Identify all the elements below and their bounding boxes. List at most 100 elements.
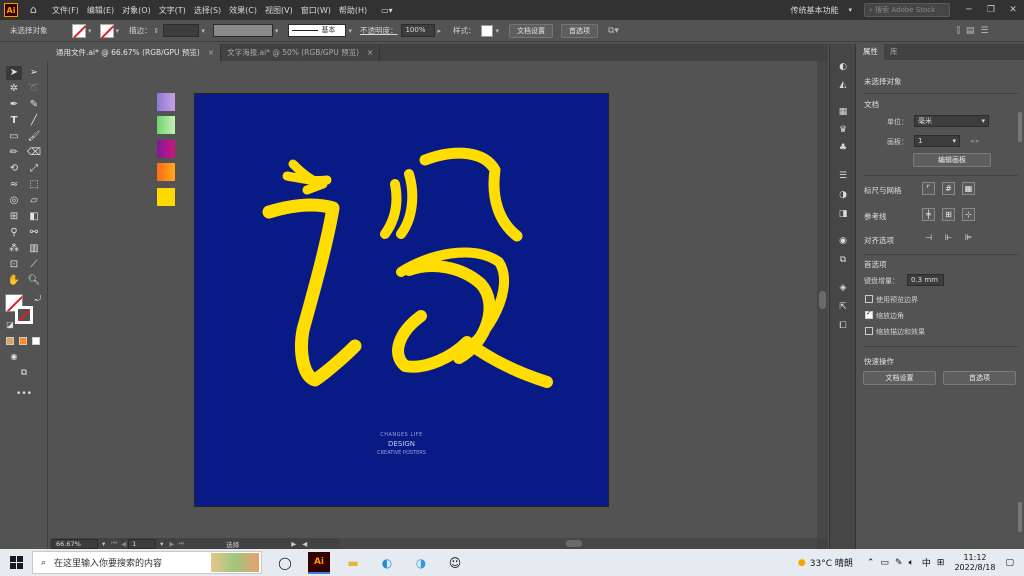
style-dropdown-icon[interactable]: ▾ [495, 27, 499, 35]
stroke-dropdown-icon[interactable]: ▾ [116, 27, 120, 35]
panel-scrollbar-lower[interactable] [1018, 502, 1022, 532]
more-tools-icon[interactable]: ••• [16, 387, 32, 401]
artboard[interactable]: CHANGES LIFE DESIGN CREATIVE POSTERS [194, 93, 609, 507]
menu-edit[interactable]: 编辑(E) [87, 5, 114, 16]
line-tool-icon[interactable]: ╱ [26, 114, 42, 128]
artboard-select[interactable]: 1 ▾ [914, 135, 960, 147]
panel-menu-icon[interactable]: ☰ [980, 26, 988, 36]
tab-libraries[interactable]: 库 [884, 44, 904, 60]
status-menu-icon[interactable]: ▶ [291, 540, 296, 548]
panel-scrollbar[interactable] [1018, 112, 1022, 142]
transform-icon[interactable]: ▤ [966, 26, 975, 36]
scale-strokes-checkbox[interactable] [865, 327, 873, 335]
minimize-icon[interactable]: ─ [958, 5, 980, 15]
ime-indicator[interactable]: 中 [922, 556, 931, 569]
stroke-weight-field[interactable] [163, 24, 200, 37]
shape-builder-tool-icon[interactable]: ◎ [6, 194, 22, 208]
snap-to-glyph-icon[interactable]: ⊫ [962, 232, 975, 245]
selection-tool-icon[interactable]: ➤ [6, 66, 22, 80]
use-preview-bounds-checkbox[interactable] [865, 295, 873, 303]
variable-width-field[interactable] [212, 24, 273, 37]
units-select[interactable]: 毫米 ▾ [914, 115, 989, 127]
rotate-tool-icon[interactable]: ⟲ [6, 162, 22, 176]
warp-tool-icon[interactable]: ≈ [6, 178, 22, 192]
horizontal-scroll-thumb[interactable] [566, 540, 582, 547]
rectangle-tool-icon[interactable]: ▭ [6, 130, 22, 144]
home-icon[interactable]: ⌂ [30, 3, 44, 17]
tab-document-2[interactable]: 文字海报.ai* @ 50% (RGB/GPU 预览) × [221, 44, 381, 61]
fill-swatch[interactable] [72, 23, 86, 38]
brush-dropdown-icon[interactable]: ▾ [348, 27, 352, 35]
artboards-panel-icon[interactable]: ⧠ [836, 320, 850, 332]
paintbrush-tool-icon[interactable]: 🖌 [26, 130, 42, 144]
quick-preferences-button[interactable]: 首选项 [943, 371, 1016, 385]
gradient-swatch-magenta[interactable] [157, 140, 175, 158]
graphic-styles-icon[interactable]: ⧉ [836, 254, 850, 266]
opacity-label[interactable]: 不透明度： [360, 25, 398, 36]
color-guide-icon[interactable]: ◭ [836, 79, 850, 91]
pen-icon[interactable]: ✎ [895, 558, 903, 568]
graphic-style-swatch[interactable] [481, 24, 494, 37]
menu-select[interactable]: 选择(S) [194, 5, 221, 16]
export-panel-icon[interactable]: ⇱ [836, 301, 850, 313]
artboard-tool-icon[interactable]: ⊡ [6, 258, 22, 272]
gradient-panel-icon[interactable]: ◨ [836, 208, 850, 220]
tab-properties[interactable]: 属性 [857, 44, 884, 60]
notification-icon[interactable]: ▢ [1005, 558, 1014, 568]
graph-tool-icon[interactable]: ▥ [26, 242, 42, 256]
arrange-documents-icon[interactable]: ⧉▾ [608, 26, 619, 36]
curvature-tool-icon[interactable]: ✎ [26, 98, 42, 112]
eyedropper-tool-icon[interactable]: ⚲ [6, 226, 22, 240]
volume-icon[interactable]: 🔈︎ [908, 558, 913, 568]
default-colors-icon[interactable]: ◪ [2, 318, 18, 332]
close-icon[interactable]: × [367, 48, 373, 57]
taskbar-search-input[interactable]: ⌕ 在这里输入你要搜索的内容 [32, 551, 262, 574]
show-hidden-icons-icon[interactable]: ⌃ [867, 558, 875, 568]
pencil-tool-icon[interactable]: ✏ [6, 146, 22, 160]
variable-width-dropdown-icon[interactable]: ▾ [275, 27, 279, 35]
stroke-stepper-icon[interactable]: ⇕ [154, 27, 160, 35]
stroke-weight-dropdown-icon[interactable]: ▾ [201, 27, 205, 35]
brush-stroke-field[interactable]: 基本 [288, 24, 347, 37]
transparency-panel-icon[interactable]: ◑ [836, 189, 850, 201]
workspace-switcher[interactable]: 传统基本功能 [790, 5, 838, 16]
swap-colors-icon[interactable]: ⤾ [30, 292, 46, 306]
opacity-field[interactable]: 100% [401, 24, 436, 37]
symbols-panel-icon[interactable]: ♣ [836, 142, 850, 154]
tab-document-1[interactable]: 通用文件.ai* @ 66.67% (RGB/GPU 预览) × [50, 44, 222, 61]
vertical-scroll-thumb[interactable] [819, 291, 826, 309]
next-artboard-icon[interactable]: ▶ [169, 540, 174, 548]
lasso-tool-icon[interactable]: ➰ [26, 82, 42, 96]
snap-to-point-icon[interactable]: ⊣ [922, 232, 935, 245]
menu-help[interactable]: 帮助(H) [339, 5, 367, 16]
appearance-panel-icon[interactable]: ◉ [836, 235, 850, 247]
symbol-sprayer-tool-icon[interactable]: ⁂ [6, 242, 22, 256]
prev-artboard-icon[interactable]: ◀ [121, 540, 126, 548]
artboard-number-field[interactable]: 1 [128, 538, 157, 549]
first-artboard-icon[interactable]: ⏮ [111, 539, 117, 548]
menu-type[interactable]: 文字(T) [159, 5, 186, 16]
quick-document-setup-button[interactable]: 文档设置 [863, 371, 936, 385]
pen-tool-icon[interactable]: ✒ [6, 98, 22, 112]
swatches-panel-icon[interactable]: ▦ [836, 106, 850, 118]
free-transform-tool-icon[interactable]: ⬚ [26, 178, 42, 192]
smart-guides-icon[interactable]: ⊹ [962, 208, 975, 221]
type-tool-icon[interactable]: T [6, 114, 22, 128]
restore-icon[interactable]: ❐ [980, 5, 1002, 15]
magic-wand-tool-icon[interactable]: ✲ [6, 82, 22, 96]
browser-icon[interactable]: ◑ [410, 552, 432, 574]
app-avatar-icon[interactable]: ☺ [444, 552, 466, 574]
document-setup-button[interactable]: 文档设置 [508, 23, 553, 38]
task-view-icon[interactable]: ◯ [274, 552, 296, 574]
layout-icon[interactable]: ▭▾ [381, 6, 393, 15]
show-guides-icon[interactable]: ╪ [922, 208, 935, 221]
zoom-tool-icon[interactable]: 🔍︎ [26, 274, 42, 288]
align-icon[interactable]: ⫿ [957, 26, 960, 36]
layers-panel-icon[interactable]: ◈ [836, 282, 850, 294]
snap-to-pixel-icon[interactable]: ⊩ [942, 232, 955, 245]
illustrator-taskbar-icon[interactable]: Ai [308, 551, 330, 574]
color-panel-icon[interactable]: ◐ [836, 61, 850, 73]
direct-selection-tool-icon[interactable]: ➢ [26, 66, 42, 80]
opacity-dropdown-icon[interactable]: ▸ [437, 27, 441, 35]
windows-start-icon[interactable] [10, 556, 23, 569]
